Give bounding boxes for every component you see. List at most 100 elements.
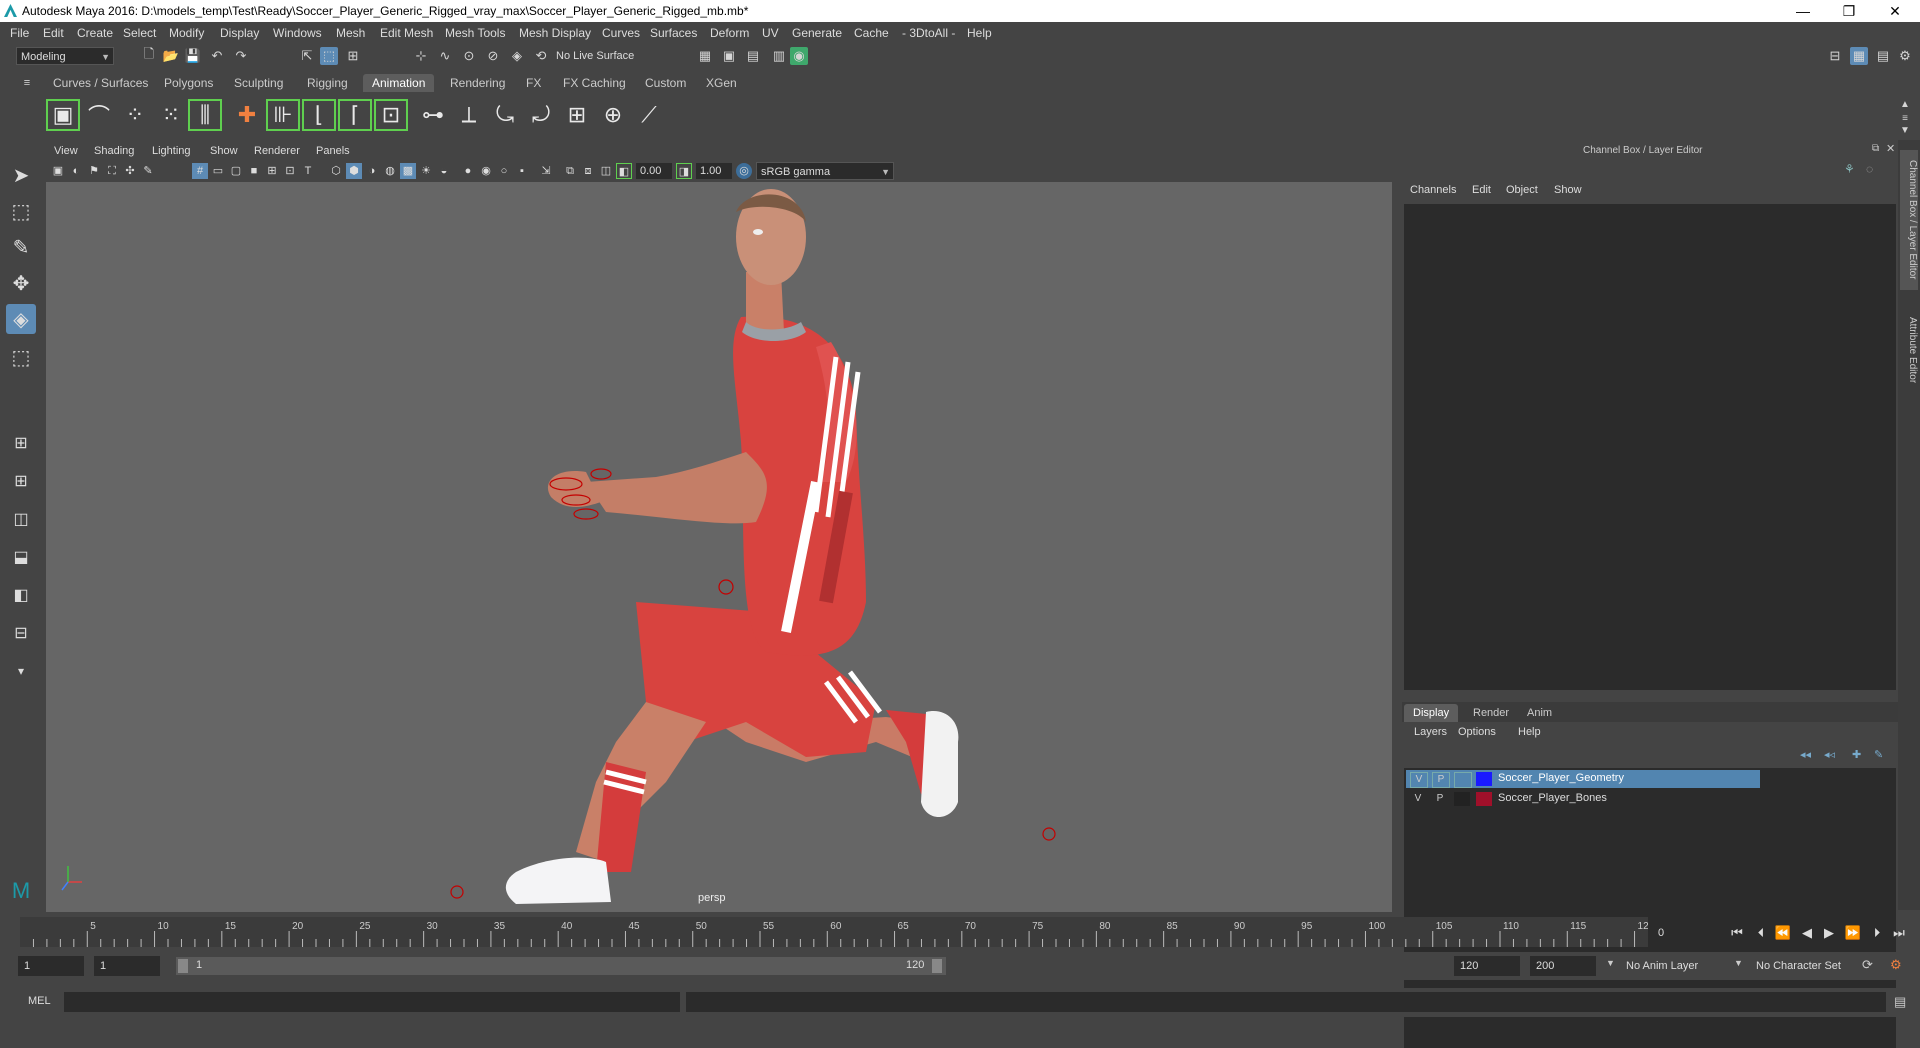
depth-of-field-icon[interactable]: ▪ [514,163,530,179]
soccer-player-model[interactable] [46,182,1392,912]
tab-rendering[interactable]: Rendering [441,74,514,92]
move-layer-down-icon[interactable]: ◂◃ [1824,748,1835,761]
snap-live-icon[interactable]: ⟲ [532,47,550,65]
range-start-handle[interactable] [178,959,188,973]
use-all-lights-icon[interactable]: ☀ [418,163,434,179]
edit-menu[interactable]: Edit [1472,184,1491,196]
anim-layer-dropdown[interactable]: No Anim Layer [1622,956,1742,976]
layer-visibility-toggle[interactable]: V [1410,772,1428,788]
rotate-tool-icon[interactable]: ◈ [6,304,36,334]
settings-gear-icon[interactable]: ⚙ [1896,47,1914,65]
chevron-down-icon[interactable]: ▼ [1606,958,1615,968]
smooth-shade-icon[interactable]: ⬢ [346,163,362,179]
field-chart-icon[interactable]: ⊞ [264,163,280,179]
menu-3dtoall[interactable]: - 3DtoAll - [902,26,955,40]
viewport-menu-view[interactable]: View [54,145,78,157]
chevron-down-icon[interactable]: ▼ [1734,958,1743,968]
object-menu[interactable]: Object [1506,184,1538,196]
menu-uv[interactable]: UV [762,26,779,40]
ik-spline-icon[interactable]: ⌈ [338,99,372,131]
go-to-start-icon[interactable]: ⏮ [1728,925,1746,941]
exposure-field[interactable]: 0.00 [636,163,672,179]
2d-pan-zoom-icon[interactable]: ✣ [122,163,138,179]
exposure-icon[interactable]: ◧ [616,163,632,179]
step-back-key-icon[interactable]: ⏪ [1774,925,1792,941]
channel-box-side-tab[interactable]: Channel Box / Layer Editor [1900,150,1918,290]
menu-modify[interactable]: Modify [169,26,204,40]
anti-aliasing-icon[interactable]: ○ [496,163,512,179]
menu-edit-mesh[interactable]: Edit Mesh [380,26,433,40]
snap-view-icon[interactable]: ⊘ [484,47,502,65]
default-material-icon[interactable]: ◍ [382,163,398,179]
xray-joints-icon[interactable]: ⧈ [580,163,596,179]
tab-animation[interactable]: Animation [363,74,435,92]
layer-color-swatch[interactable] [1476,792,1492,806]
attribute-icon[interactable]: ◌ [1866,162,1873,176]
tab-polygons[interactable]: Polygons [155,74,222,92]
new-layer-icon[interactable]: ✚ [1852,748,1861,761]
layer-playback-toggle[interactable]: P [1432,792,1448,806]
ipr-render-icon[interactable]: ▤ [744,47,762,65]
layer-row-geometry[interactable]: V P Soccer_Player_Geometry [1406,770,1760,788]
viewport-menu-shading[interactable]: Shading [94,145,134,157]
point-constraint-icon[interactable]: ⟂ [452,99,486,131]
play-backwards-icon[interactable]: ◀ [1798,925,1816,941]
animation-preferences-icon[interactable]: ⚙ [1890,957,1902,973]
menu-surfaces[interactable]: Surfaces [650,26,697,40]
layer-color-swatch[interactable] [1476,772,1492,786]
layer-display-type-toggle[interactable] [1454,792,1470,806]
save-scene-icon[interactable]: 💾 [184,47,202,65]
tab-fx-caching[interactable]: FX Caching [554,74,635,92]
animation-end-field[interactable]: 200 [1530,956,1596,976]
gate-mask-icon[interactable]: ■ [246,163,262,179]
graph-editor-icon[interactable]: ⌒ [82,99,116,131]
current-frame-field[interactable]: 0 [1652,923,1718,943]
minimize-button[interactable]: — [1780,0,1826,22]
move-layer-up-icon[interactable]: ◂◂ [1800,748,1811,761]
orient-constraint-icon[interactable]: ⤿ [488,99,522,131]
menu-curves[interactable]: Curves [602,26,640,40]
tab-rigging[interactable]: Rigging [298,74,357,92]
dope-sheet-icon[interactable]: ⁘ [118,99,152,131]
grid-icon[interactable]: # [192,163,208,179]
shadows-icon[interactable]: ◒ [436,163,452,179]
character-set-dropdown[interactable]: No Character Set [1752,956,1872,976]
tab-curves-surfaces[interactable]: Curves / Surfaces [44,74,157,92]
tab-sculpting[interactable]: Sculpting [225,74,292,92]
menu-select[interactable]: Select [123,26,156,40]
redo-icon[interactable]: ↷ [232,47,250,65]
tab-custom[interactable]: Custom [636,74,695,92]
restore-button[interactable]: ❐ [1826,0,1872,22]
film-gate-icon[interactable]: ▭ [210,163,226,179]
outliner-persp-layout-icon[interactable]: ⊟ [6,618,36,648]
workspace-icon[interactable]: ⊟ [1826,47,1844,65]
shelf-scroll-down-icon[interactable]: ▼ [1896,121,1914,139]
menu-help[interactable]: Help [967,26,992,40]
snap-point-icon[interactable]: ⊙ [460,47,478,65]
color-management-icon[interactable]: ◎ [736,163,752,179]
four-pane-layout-icon[interactable]: ⊞ [6,466,36,496]
show-menu[interactable]: Show [1554,184,1582,196]
perspective-viewport[interactable]: persp [46,182,1392,912]
attribute-editor-side-tab[interactable]: Attribute Editor [1900,300,1918,400]
tab-fx[interactable]: FX [517,74,550,92]
viewport-menu-lighting[interactable]: Lighting [152,145,191,157]
tab-display[interactable]: Display [1404,704,1459,722]
render-view-icon[interactable]: ▥ [770,47,788,65]
step-forward-frame-icon[interactable]: ⏵ [1868,925,1886,941]
parent-constraint-icon[interactable]: ⊶ [416,99,450,131]
playback-start-field[interactable]: 1 [94,956,160,976]
ambient-occlusion-icon[interactable]: ● [460,163,476,179]
gamma-field[interactable]: 1.00 [696,163,732,179]
motion-path-icon[interactable]: ✚ [230,99,264,131]
motion-blur-icon[interactable]: ◉ [478,163,494,179]
menu-cache[interactable]: Cache [854,26,889,40]
help-menu[interactable]: Help [1518,726,1541,738]
image-plane-icon[interactable]: ⛶ [104,163,120,179]
playback-end-field[interactable]: 120 [1454,956,1520,976]
range-slider[interactable]: 1 120 [176,957,946,975]
more-layouts-icon[interactable]: ▾ [6,656,36,686]
menu-windows[interactable]: Windows [273,26,322,40]
color-space-dropdown[interactable]: sRGB gamma ▼ [756,162,894,180]
smooth-bind-icon[interactable]: ⊡ [374,99,408,131]
